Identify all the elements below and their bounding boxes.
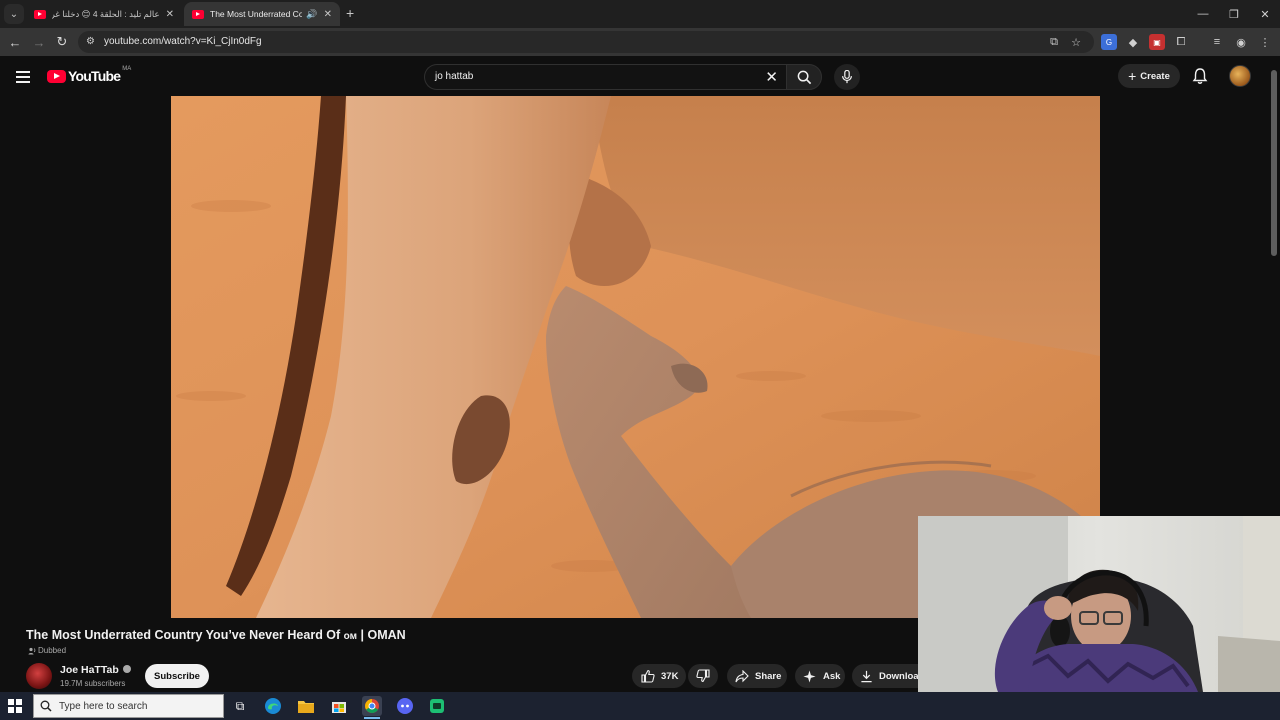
task-view-icon[interactable]: ⧉ (230, 696, 250, 716)
verified-check-icon (122, 665, 131, 673)
browser-tab-strip: ⌄ عالم تليد : الحلقة 4 😊 دخلنا غرفة ✕ Th… (0, 0, 1280, 28)
subscriber-count: 19.7M subscribers (60, 679, 126, 688)
screen: ⌄ عالم تليد : الحلقة 4 😊 دخلنا غرفة ✕ Th… (0, 0, 1280, 720)
edge-browser-icon[interactable] (263, 696, 283, 716)
translate-extension-icon[interactable]: G (1101, 34, 1117, 50)
chrome-browser-icon[interactable] (362, 696, 382, 716)
share-arrow-icon (735, 669, 749, 682)
search-button[interactable] (786, 64, 822, 90)
new-tab-button[interactable]: + (346, 6, 354, 20)
search-input[interactable]: jo hattab ✕ (424, 64, 786, 90)
microphone-icon (842, 70, 852, 84)
dubbed-label: Dubbed (38, 646, 67, 655)
extensions-puzzle-icon[interactable]: ⧠ (1173, 34, 1189, 50)
share-label: Share (755, 670, 782, 682)
video-title-text: The Most Underrated Country You’ve Never… (26, 628, 341, 642)
site-info-icon[interactable]: ⚙ (86, 36, 95, 47)
taskbar-search-box[interactable]: Type here to search (33, 694, 224, 718)
microsoft-store-icon[interactable] (329, 696, 349, 716)
reload-icon[interactable]: ↻ (53, 33, 71, 51)
diamond-extension-icon[interactable]: ◆ (1125, 34, 1141, 50)
sparkle-icon (803, 669, 816, 683)
plus-icon: + (1128, 68, 1137, 84)
profile-icon[interactable]: ◉ (1233, 34, 1249, 50)
close-window-icon[interactable]: ✕ (1250, 0, 1280, 28)
dislike-button[interactable] (688, 664, 718, 688)
thumbs-down-icon (696, 669, 710, 683)
channel-avatar[interactable] (26, 663, 52, 689)
create-label: Create (1140, 70, 1170, 82)
youtube-header: YouTube MA jo hattab ✕ + Create (0, 56, 1280, 96)
thumbs-up-icon (641, 669, 655, 683)
search-icon (797, 70, 811, 84)
tab-title: The Most Underrated Coun (210, 9, 303, 19)
oman-flag-text: ом (343, 631, 358, 642)
clear-search-icon[interactable]: ✕ (765, 68, 778, 86)
youtube-logo[interactable]: YouTube MA (47, 66, 132, 84)
windows-taskbar: Type here to search ⧉ (0, 692, 1280, 720)
create-button[interactable]: + Create (1118, 64, 1180, 88)
dubbed-badge: Dubbed (28, 646, 66, 655)
search-query: jo hattab (435, 71, 474, 82)
close-tab-icon[interactable]: ✕ (166, 9, 174, 20)
media-control-icon[interactable]: ≡ (1209, 34, 1225, 50)
tab-title: عالم تليد : الحلقة 4 😊 دخلنا غرفة (52, 8, 160, 19)
channel-name-row[interactable]: Joe HaTTab (60, 664, 131, 676)
ask-label: Ask (823, 670, 841, 682)
bookmark-star-icon[interactable]: ☆ (1068, 34, 1084, 50)
video-title-suffix: | OMAN (360, 628, 406, 642)
webcam-person-image (918, 516, 1280, 692)
youtube-play-icon (47, 69, 66, 83)
back-icon[interactable]: ← (6, 33, 24, 51)
account-avatar[interactable] (1229, 65, 1251, 87)
restore-icon[interactable]: ❐ (1219, 0, 1249, 28)
youtube-favicon-icon (34, 9, 46, 19)
ask-button[interactable]: Ask (795, 664, 845, 688)
taskbar-search-placeholder: Type here to search (59, 700, 148, 712)
notifications-bell-icon[interactable] (1191, 67, 1209, 85)
youtube-favicon-icon (192, 9, 204, 19)
dubbed-person-icon (28, 647, 36, 654)
search-icon (40, 700, 52, 712)
minimize-icon[interactable]: — (1188, 0, 1218, 28)
file-explorer-icon[interactable] (296, 696, 316, 716)
green-app-icon[interactable] (427, 696, 447, 716)
close-tab-icon[interactable]: ✕ (324, 9, 332, 20)
active-app-indicator (364, 717, 380, 719)
more-menu-icon[interactable]: ⋮ (1257, 34, 1273, 50)
channel-name: Joe HaTTab (60, 664, 119, 676)
menu-icon[interactable] (15, 69, 33, 83)
audio-playing-icon[interactable]: 🔊 (306, 9, 317, 20)
download-icon (861, 670, 872, 682)
country-code: MA (122, 66, 132, 72)
windows-start-icon[interactable] (8, 699, 22, 713)
url-text: youtube.com/watch?v=Ki_CjIn0dFg (104, 36, 262, 47)
address-bar[interactable]: ⚙ youtube.com/watch?v=Ki_CjIn0dFg (78, 31, 1094, 53)
like-count: 37K (661, 670, 679, 682)
webcam-overlay (918, 516, 1280, 692)
logo-text: YouTube (68, 68, 121, 84)
browser-toolbar: ← → ↻ ⚙ youtube.com/watch?v=Ki_CjIn0dFg … (0, 28, 1280, 56)
subscribe-button[interactable]: Subscribe (145, 664, 209, 688)
forward-icon[interactable]: → (30, 33, 48, 51)
install-app-icon[interactable]: ⧉ (1046, 34, 1062, 50)
discord-icon[interactable] (395, 696, 415, 716)
browser-tab-1[interactable]: عالم تليد : الحلقة 4 😊 دخلنا غرفة ✕ (26, 2, 182, 26)
red-extension-icon[interactable]: ▣ (1149, 34, 1165, 50)
browser-tab-2[interactable]: The Most Underrated Coun 🔊 ✕ (184, 2, 340, 26)
tab-search-chevron-icon[interactable]: ⌄ (4, 4, 24, 24)
video-title: The Most Underrated Country You’ve Never… (26, 628, 406, 642)
page-scrollbar[interactable] (1271, 70, 1277, 256)
share-button[interactable]: Share (727, 664, 787, 688)
voice-search-button[interactable] (834, 64, 860, 90)
like-button[interactable]: 37K (632, 664, 686, 688)
